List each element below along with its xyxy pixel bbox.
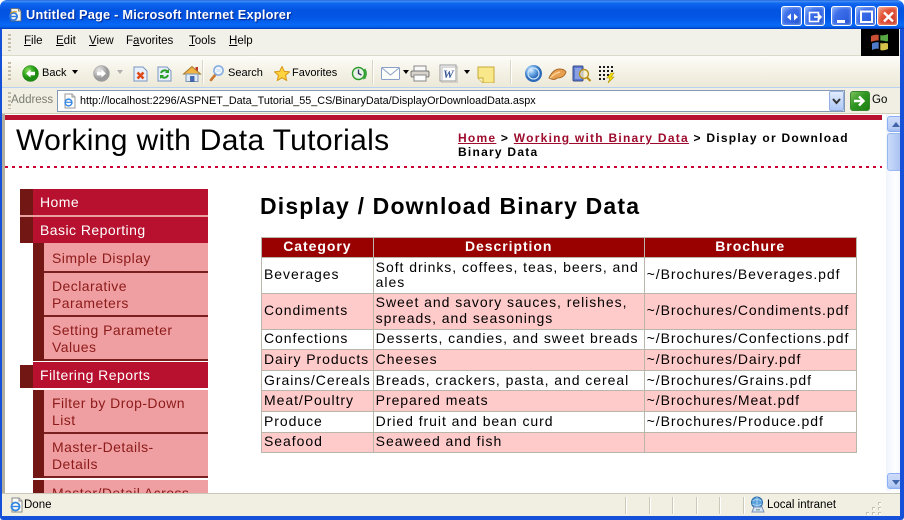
svg-text:W: W [443,67,455,81]
